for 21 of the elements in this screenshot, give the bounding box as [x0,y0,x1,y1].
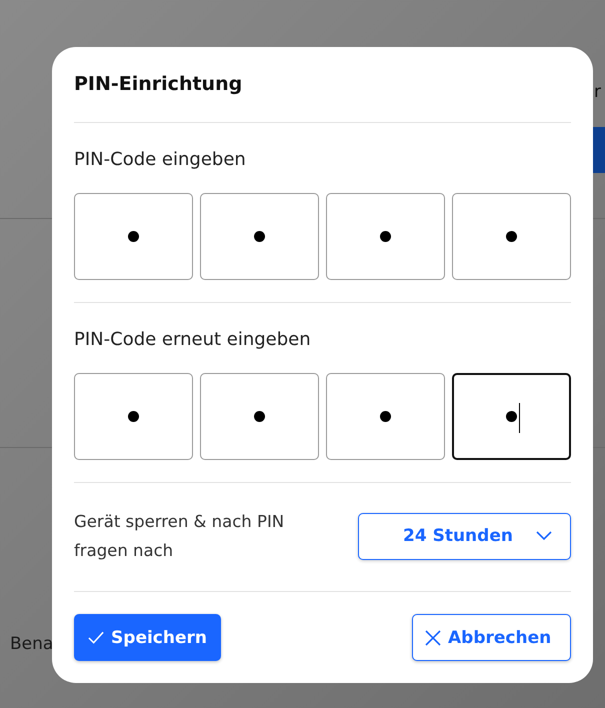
field-label: PIN-Code eingeben [74,149,247,170]
page-text: r [594,82,601,102]
cancel-button[interactable]: Abbrechen [412,614,571,661]
pin-digit-field[interactable] [326,373,445,460]
pin-digit-field[interactable] [200,373,319,460]
chevron-down-icon [536,531,552,541]
field-label: PIN-Code erneut eingeben [74,329,312,350]
save-button[interactable]: Speichern [74,614,221,661]
pin-digit-field[interactable] [200,193,319,280]
close-icon [425,630,441,646]
text-cursor [518,403,520,433]
dialog-title: PIN-Einrichtung [74,72,244,97]
checkmark-icon [88,631,104,644]
pin-digit-field[interactable] [326,193,445,280]
page-label: Bena [10,634,54,654]
pin-digit-field[interactable] [74,373,193,460]
pin-digit-field[interactable] [452,373,571,460]
lock-timeout-label: Gerät sperren & nach PIN fragen nach [74,511,286,562]
pin-digit-field[interactable] [452,193,571,280]
timeout-dropdown[interactable]: 24 Stunden [358,512,571,560]
pin-digit-field[interactable] [74,193,193,280]
